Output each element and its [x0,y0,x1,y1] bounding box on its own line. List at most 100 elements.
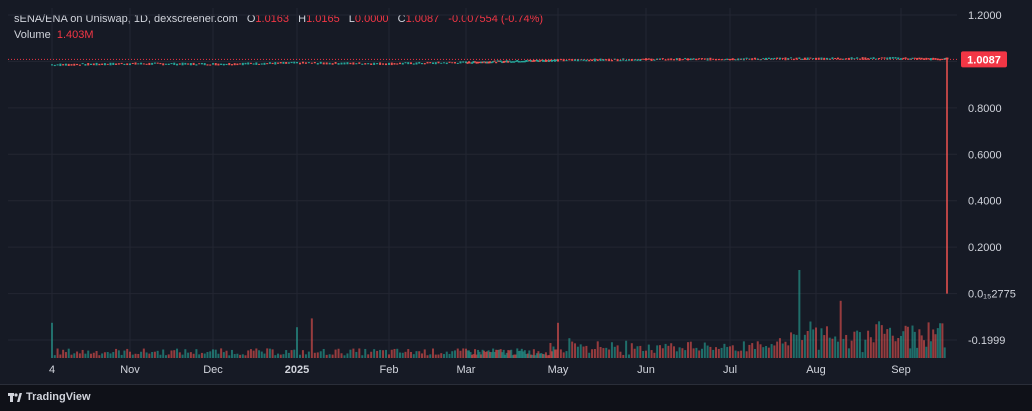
price-candle [184,62,187,65]
volume-bar [929,341,932,358]
volume-bar [346,353,349,358]
volume-bar [599,346,602,358]
price-candle [762,58,765,60]
volume-bar [673,346,675,358]
price-candle [206,64,209,66]
price-candle [214,63,217,66]
volume-bar [255,348,258,358]
volume-bar [565,351,568,358]
price-candle [361,63,364,65]
volume-bar [559,349,562,358]
volume-bar [187,352,190,358]
volume-bar [203,353,206,358]
price-candle [56,64,59,66]
volume-bar [271,349,274,358]
volume-bar [145,352,148,358]
price-candle [156,62,159,64]
volume-bar [421,353,423,358]
volume-bar [277,353,280,358]
price-candle [432,62,434,65]
volume-bar [627,354,630,358]
price-candle [106,63,109,65]
volume-bar [222,352,225,358]
price-candle [909,58,912,60]
volume-bar [667,345,670,358]
price-candle [399,62,401,65]
volume-bar [364,348,367,358]
volume-bar [923,340,925,358]
volume-bar [717,348,720,358]
price-candle [192,62,195,66]
volume-bar [723,343,726,358]
volume-bar [633,348,636,358]
chart-panel[interactable]: sENA/ENA on Uniswap, 1D, dexscreener.com… [0,0,1032,411]
x-tick-label: Nov [120,364,140,376]
volume-bar [301,350,304,358]
volume-bar [698,350,701,358]
volume-bar [776,341,779,358]
volume-bar [729,346,731,358]
volume-bar [605,347,608,358]
volume-bar [867,330,870,358]
price-candle [415,62,418,65]
volume-bar [670,343,673,358]
price-candle [836,57,839,60]
price-chart-svg[interactable]: 1.20001.00000.80000.60000.40000.20000.0₁… [0,0,1032,384]
tradingview-logo-icon[interactable] [8,391,22,403]
y-tick-label: 1.2000 [968,10,1002,22]
price-candle [87,63,90,66]
price-candle [81,63,84,65]
volume-bar [839,300,842,358]
y-tick-label: 0.0₁₅2775 [968,289,1016,301]
price-candle [883,57,886,59]
price-candle [426,61,429,64]
volume-bar [129,351,131,358]
price-candle [451,62,454,64]
price-candle [834,57,837,60]
volume-bar [815,327,817,358]
volume-bar [390,349,393,358]
volume-bar [101,353,104,358]
volume-bar [228,355,231,358]
volume-bar [869,337,872,358]
volume-bar [56,348,59,358]
price-candle [287,62,290,64]
volume-bar [349,349,352,358]
price-candle [939,58,942,61]
price-candle [260,63,263,65]
price-candle [801,58,804,60]
x-tick-label: 2025 [285,364,309,376]
tradingview-brand[interactable]: TradingView [26,391,91,403]
volume-bar [891,335,894,358]
volume-bar [678,347,681,358]
volume-bar [382,350,385,358]
volume-bar [279,354,282,358]
volume-bar [864,339,867,358]
volume-bar [131,354,134,358]
price-candle [203,63,206,66]
price-candle [151,62,154,65]
volume-bar [159,354,162,358]
volume-bar [399,352,401,358]
price-candle [390,62,393,66]
volume-bar [557,322,559,358]
price-candle [904,57,907,59]
price-candle [255,62,258,65]
volume-bar [645,350,647,358]
price-candle [423,63,426,65]
volume-bar [192,353,195,358]
price-candle [53,64,56,67]
volume-bar [142,348,145,358]
price-candle [59,63,62,67]
volume-bar [170,350,173,358]
price-candle [346,62,349,65]
volume-bar [858,332,861,358]
price-candle [187,63,190,65]
price-candle [388,62,390,65]
price-candle [290,61,293,64]
x-tick-label: Feb [380,364,399,376]
volume-bar [642,350,645,358]
volume-bar [287,352,290,358]
volume-bar [916,347,919,358]
x-tick-label: Aug [806,364,826,376]
